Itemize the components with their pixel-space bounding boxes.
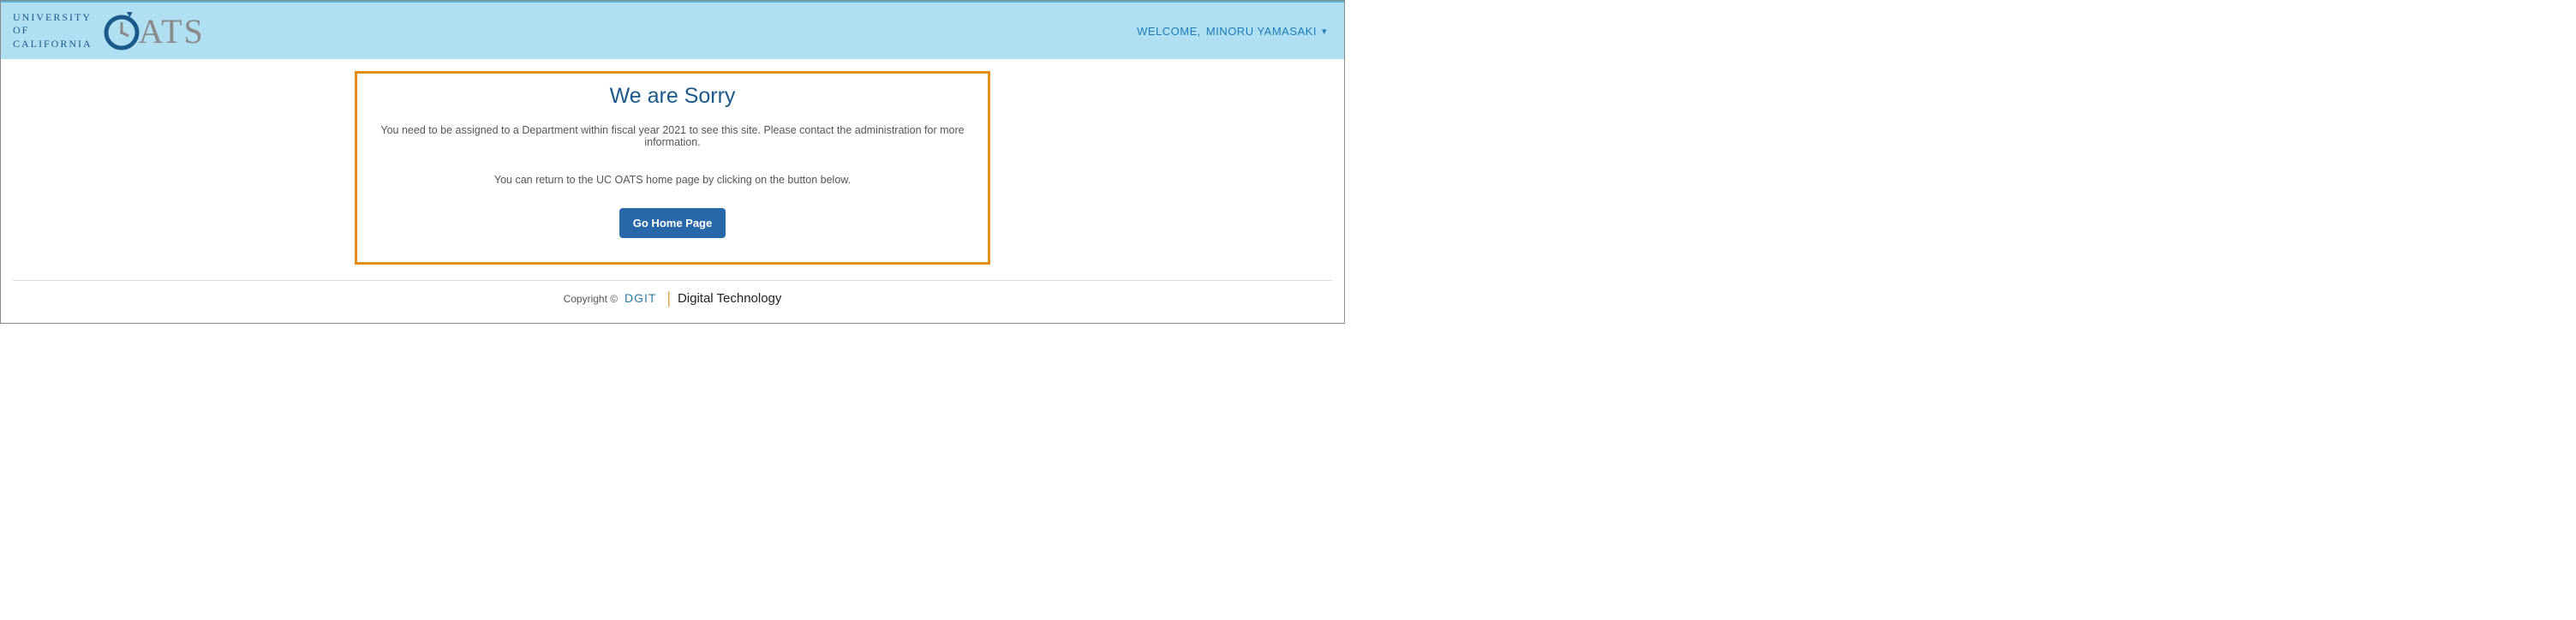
org-name: UNIVERSITY OF CALIFORNIA (13, 11, 93, 51)
go-home-button[interactable]: Go Home Page (619, 208, 726, 238)
error-box: We are Sorry You need to be assigned to … (355, 71, 990, 265)
digital-technology-text: Digital Technology (678, 291, 781, 306)
user-name: MINORU YAMASAKI (1206, 25, 1317, 38)
error-message-2: You can return to the UC OATS home page … (364, 174, 981, 186)
copyright-text: Copyright © (564, 293, 619, 305)
page-title: We are Sorry (364, 84, 981, 109)
clock-icon (101, 10, 142, 51)
main-content: We are Sorry You need to be assigned to … (1, 59, 1344, 265)
org-line3: CALIFORNIA (13, 38, 93, 51)
app-header: UNIVERSITY OF CALIFORNIA ATS WELCOME, MI… (1, 1, 1344, 59)
org-line1: UNIVERSITY (13, 11, 93, 25)
header-left: UNIVERSITY OF CALIFORNIA ATS (13, 10, 205, 51)
user-menu[interactable]: WELCOME, MINORU YAMASAKI ▾ (1137, 25, 1327, 38)
org-line2: OF (13, 24, 93, 38)
app-logo[interactable]: ATS (101, 10, 205, 51)
app-name-text: ATS (139, 11, 205, 51)
welcome-prefix: WELCOME, (1137, 25, 1201, 38)
error-message-1: You need to be assigned to a Department … (364, 124, 981, 148)
footer-pipe: | (666, 289, 671, 307)
chevron-down-icon: ▾ (1322, 26, 1327, 37)
footer: Copyright © DGIT | Digital Technology (13, 280, 1332, 307)
dgit-link[interactable]: DGIT (625, 291, 656, 305)
